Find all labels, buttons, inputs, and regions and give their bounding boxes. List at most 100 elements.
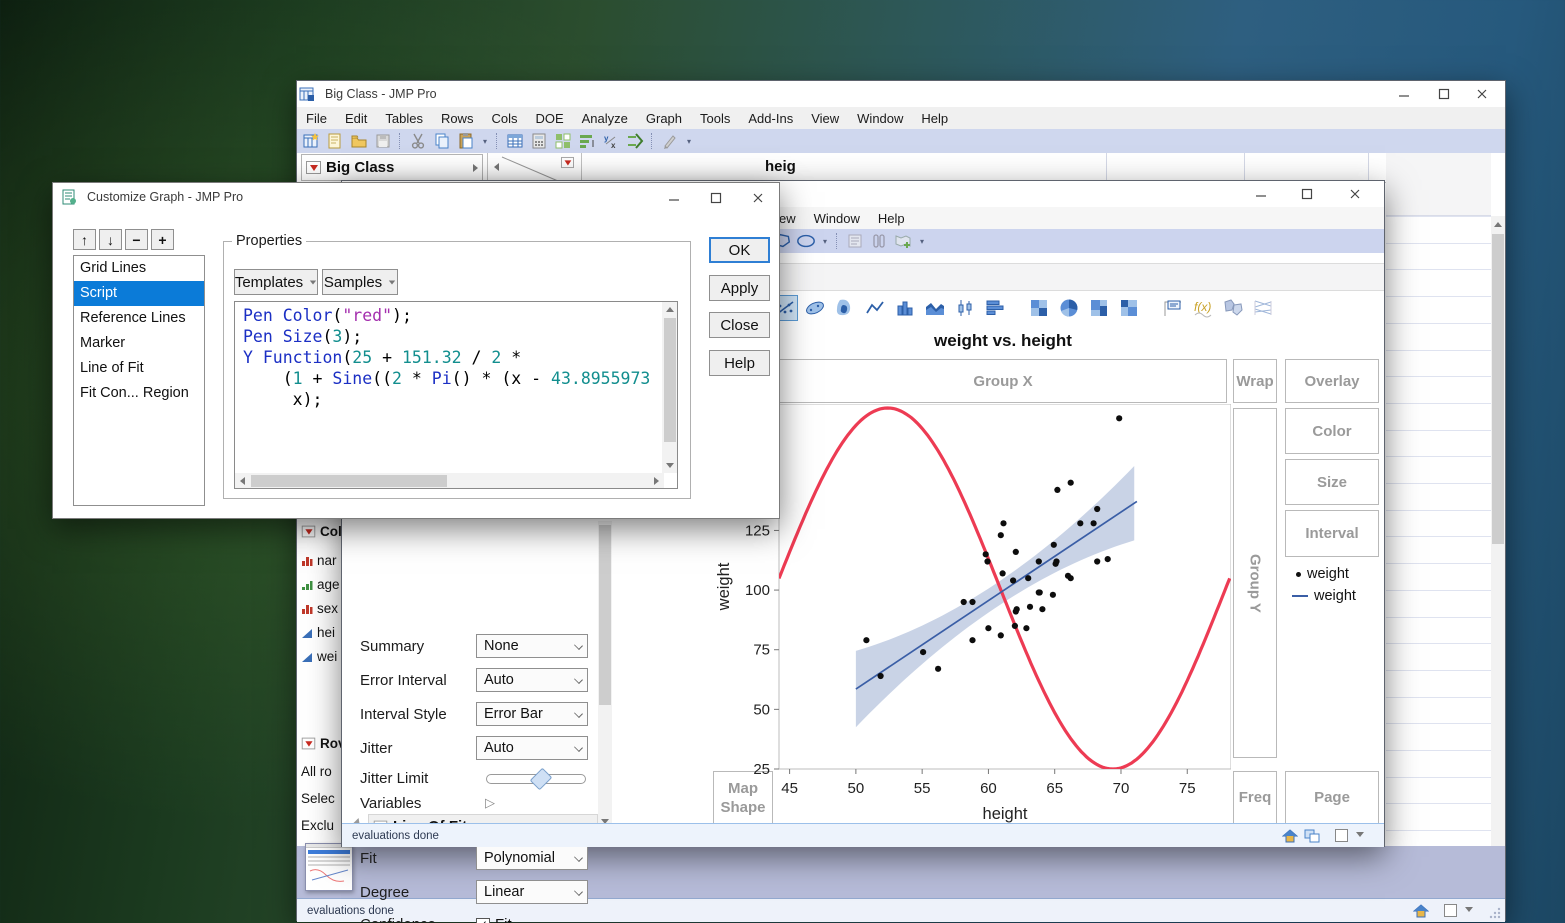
zone-size[interactable]: Size [1285,459,1379,505]
gallery-box-plot-icon[interactable] [952,295,978,321]
zone-freq[interactable]: Freq [1233,771,1277,824]
home-icon[interactable] [1280,826,1300,846]
menu-graph[interactable]: Graph [637,109,691,128]
red-triangle-icon[interactable] [302,738,316,750]
window-thumbnail[interactable] [305,843,353,891]
script-vertical-scrollbar[interactable] [662,302,677,473]
dialog-minimize-button[interactable] [659,185,689,210]
dropdown-interval-style[interactable]: Error Bar [476,702,588,726]
zone-page[interactable]: Page [1285,771,1379,824]
columns-gray-icon[interactable] [869,231,889,251]
save-icon[interactable] [373,131,393,151]
window-box-icon[interactable] [1335,829,1348,842]
zone-color[interactable]: Color [1285,408,1379,454]
menu-help[interactable]: Help [869,209,914,228]
apply-button[interactable]: Apply [709,275,770,301]
column-item-age[interactable]: age [301,577,340,592]
menu-view[interactable]: View [802,109,848,128]
dialog-close-button[interactable] [743,185,773,210]
remove-button[interactable]: − [125,229,148,250]
plot-area[interactable]: 25507510012545505560657075heightweight [713,404,1231,831]
customize-list-item-line-of-fit[interactable]: Line of Fit [74,356,204,381]
menu-file[interactable]: File [297,109,336,128]
menu-rows[interactable]: Rows [432,109,483,128]
red-triangle-icon[interactable] [302,526,316,538]
cut-icon[interactable] [408,131,428,151]
templates-button[interactable]: Templates [234,269,318,295]
status-dropdown-icon[interactable] [1465,907,1473,912]
dropdown-summary[interactable]: None [476,634,588,658]
variables-expander-icon[interactable]: ▷ [485,795,495,811]
zone-group-x[interactable]: Group X [779,359,1227,403]
scroll-up-icon[interactable] [666,307,674,312]
gallery-contour-icon[interactable] [832,295,858,321]
gallery-line-icon[interactable] [862,295,888,321]
menu-tools[interactable]: Tools [691,109,739,128]
gallery-pie-icon[interactable] [1056,295,1082,321]
open-icon[interactable] [349,131,369,151]
window-box-icon[interactable] [1444,904,1457,917]
menu-edit[interactable]: Edit [336,109,376,128]
calculator-icon[interactable] [529,131,549,151]
dropdown-error-interval[interactable]: Auto [476,668,588,692]
gallery-area-icon[interactable] [922,295,948,321]
gallery-heatmap-icon[interactable] [1026,295,1052,321]
zone-wrap[interactable]: Wrap [1233,359,1277,403]
jitter-limit-slider[interactable] [486,774,586,784]
scroll-right-icon[interactable] [654,477,659,485]
map-add-icon[interactable] [893,231,913,251]
gallery-bar-icon[interactable] [892,295,918,321]
control-panel-scrollbar[interactable] [598,521,612,829]
recode-icon[interactable]: yx [601,131,621,151]
summary-table-icon[interactable] [505,131,525,151]
scrollbar-thumb[interactable] [664,318,676,442]
red-triangle-icon[interactable] [306,161,321,174]
close-button[interactable] [1467,81,1497,106]
table-panel[interactable]: Big Class [301,154,483,181]
customize-list-item-reference-lines[interactable]: Reference Lines [74,306,204,331]
menu-window[interactable]: Window [805,209,869,228]
table-vertical-scrollbar[interactable] [1491,216,1505,846]
column-header-height[interactable]: heig [765,158,796,175]
menu-window[interactable]: Window [848,109,912,128]
help-button[interactable]: Help [709,350,770,376]
gallery-map-shapes-icon[interactable] [1220,295,1246,321]
gb-minimize-button[interactable] [1246,181,1276,206]
toolbar-overflow-icon[interactable]: ▾ [820,237,830,246]
collapse-panel-icon[interactable] [473,164,478,172]
dropdown-degree[interactable]: Linear [476,880,588,904]
gallery-mosaic-icon[interactable] [1116,295,1142,321]
gallery-parallel-icon[interactable] [1250,295,1276,321]
menu-help[interactable]: Help [912,109,957,128]
script-horizontal-scrollbar[interactable] [235,473,664,488]
menu-doe[interactable]: DOE [526,109,572,128]
new-journal-icon[interactable] [325,131,345,151]
join-icon[interactable] [625,131,645,151]
scrollbar-thumb[interactable] [251,475,447,487]
fit-checkbox[interactable]: ✓ [476,918,490,923]
main-titlebar[interactable]: Big Class - JMP Pro [297,81,1505,107]
customize-list-item-fit-con----region[interactable]: Fit Con... Region [74,381,204,406]
home-icon[interactable] [1411,901,1431,921]
ok-button[interactable]: OK [709,237,770,263]
dialog-maximize-button[interactable] [701,185,731,210]
zone-overlay[interactable]: Overlay [1285,359,1379,403]
scroll-left-icon[interactable] [240,477,245,485]
customize-list-item-marker[interactable]: Marker [74,331,204,356]
gallery-formula-icon[interactable]: f(x) [1190,295,1216,321]
scroll-up-icon[interactable] [1494,222,1502,227]
new-data-table-icon[interactable] [301,131,321,151]
row-column-corner-cell[interactable] [487,153,582,182]
column-item-sex[interactable]: sex [301,601,338,616]
windows-icon[interactable] [1302,826,1322,846]
gallery-histogram-icon[interactable] [982,295,1008,321]
data-grid-right[interactable] [1386,153,1505,846]
split-table-icon[interactable] [553,131,573,151]
oval-icon[interactable] [796,231,816,251]
paste-icon[interactable] [456,131,476,151]
gallery-smoother-icon[interactable] [802,295,828,321]
samples-button[interactable]: Samples [322,269,398,295]
gb-close-button[interactable] [1340,181,1370,206]
copy-icon[interactable] [432,131,452,151]
sort-icon[interactable] [577,131,597,151]
